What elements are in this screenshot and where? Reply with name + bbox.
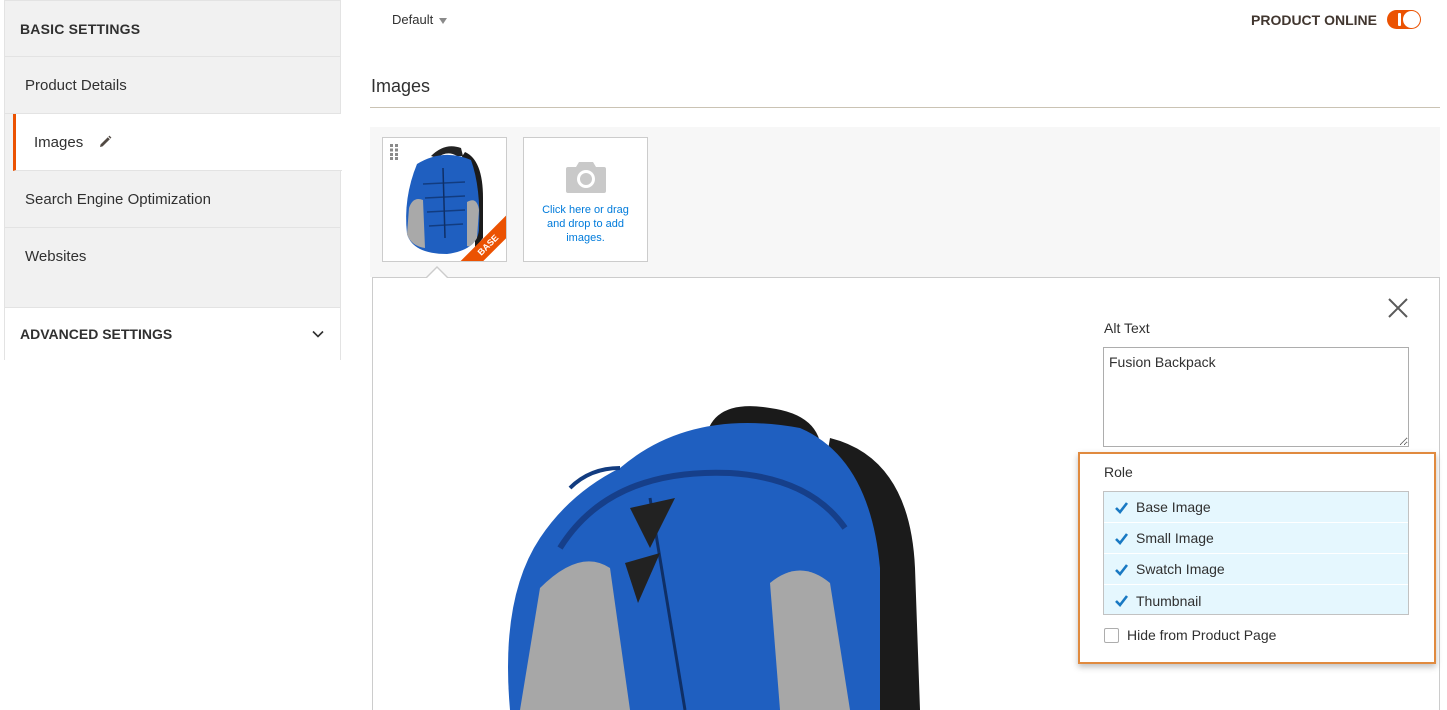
panel-pointer-fill [426, 268, 448, 279]
camera-icon [565, 162, 606, 193]
alt-text-field[interactable]: Fusion Backpack [1103, 347, 1409, 447]
toggle-on-mark [1398, 13, 1401, 26]
hide-from-product-page-option[interactable]: Hide from Product Page [1104, 627, 1276, 643]
checkmark-icon [1115, 595, 1129, 607]
pencil-icon [100, 135, 112, 147]
toggle-knob [1403, 11, 1420, 28]
store-view-label: Default [392, 12, 434, 27]
role-option-base-image[interactable]: Base Image [1104, 492, 1408, 523]
upload-instructions: Click here or drag and drop to add image… [542, 204, 629, 244]
sidebar-item-websites[interactable]: Websites [5, 228, 340, 285]
role-option-label: Swatch Image [1136, 561, 1225, 577]
image-upload-dropzone[interactable]: Click here or drag and drop to add image… [523, 137, 648, 262]
basic-settings-heading[interactable]: BASIC SETTINGS [5, 1, 340, 57]
role-multiselect[interactable]: Base Image Small Image Swatch Image Thum… [1103, 491, 1409, 615]
sidebar-item-images[interactable]: Images [13, 114, 342, 171]
sidebar-item-product-details[interactable]: Product Details [5, 57, 340, 114]
product-online-switch[interactable]: PRODUCT ONLINE [1251, 10, 1421, 29]
role-option-label: Small Image [1136, 530, 1214, 546]
sidebar-item-seo[interactable]: Search Engine Optimization [5, 171, 340, 228]
hide-from-product-page-label: Hide from Product Page [1127, 627, 1277, 643]
checkmark-icon [1115, 532, 1129, 545]
role-option-label: Thumbnail [1136, 592, 1202, 609]
role-option-small-image[interactable]: Small Image [1104, 523, 1408, 554]
sidebar: BASIC SETTINGS Product Details Images Se… [4, 0, 342, 360]
checkmark-icon [1115, 501, 1129, 514]
role-option-thumbnail[interactable]: Thumbnail [1104, 585, 1408, 616]
role-label: Role [1104, 464, 1133, 480]
backpack-preview-image [508, 406, 920, 710]
store-view-switcher[interactable]: Default [392, 12, 448, 27]
image-thumbnail[interactable]: BASE [382, 137, 507, 262]
role-option-swatch-image[interactable]: Swatch Image [1104, 554, 1408, 585]
advanced-settings-toggle[interactable]: ADVANCED SETTINGS [5, 307, 340, 360]
hide-checkbox[interactable] [1104, 627, 1119, 643]
checkmark-icon [1115, 563, 1129, 576]
divider [370, 107, 1440, 108]
sidebar-item-label: Websites [25, 248, 87, 265]
advanced-settings-label: ADVANCED SETTINGS [20, 326, 173, 342]
image-gallery: BASE Click here or drag and drop to add … [370, 127, 1440, 277]
sidebar-item-label: Product Details [25, 76, 127, 94]
section-title: Images [371, 76, 431, 96]
alt-text-label: Alt Text [1104, 320, 1150, 336]
role-option-label: Base Image [1136, 499, 1211, 515]
sidebar-item-label: Images [34, 133, 84, 151]
caret-down-icon [439, 17, 448, 24]
chevron-down-icon [312, 330, 324, 338]
sidebar-item-label: Search Engine Optimization [25, 190, 211, 208]
product-online-label: PRODUCT ONLINE [1251, 11, 1377, 28]
toggle-switch[interactable] [1387, 10, 1421, 29]
close-icon[interactable] [1386, 296, 1410, 320]
